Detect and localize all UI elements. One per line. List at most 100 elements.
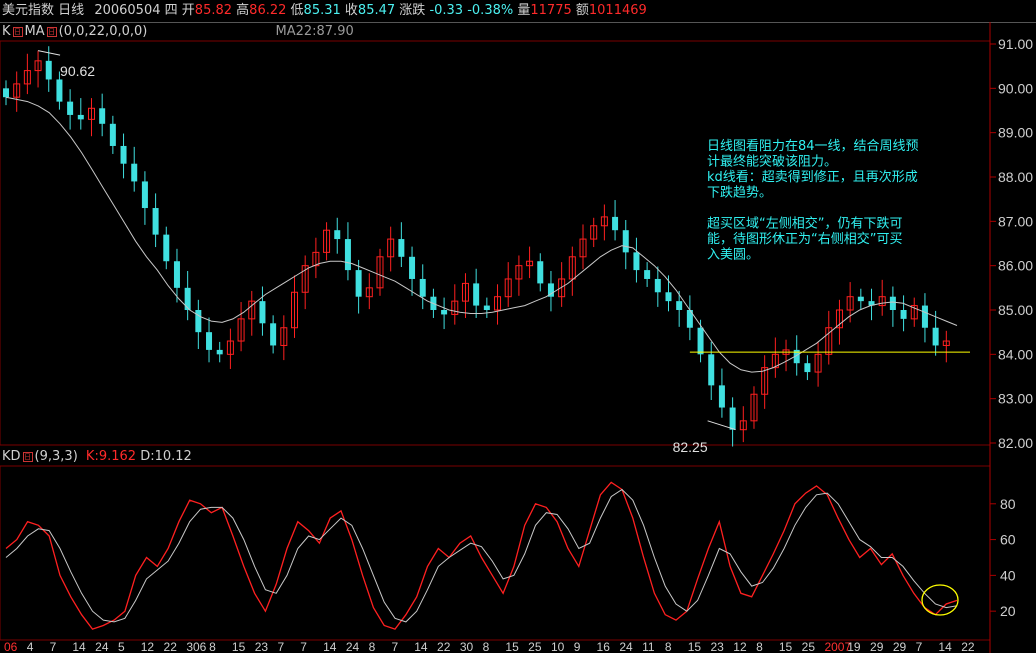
candle-body xyxy=(259,301,266,324)
candle-body xyxy=(729,407,736,430)
candle-body xyxy=(163,234,170,262)
x-tick-label: 8 xyxy=(756,640,763,653)
candle-body xyxy=(173,261,180,288)
trough-label: 82.25 xyxy=(673,439,708,455)
x-tick-label: 14 xyxy=(323,640,337,653)
annotation-line: 日线图看阻力在84一线，结合周线预 xyxy=(707,138,919,154)
candle-body xyxy=(141,181,148,209)
candle-body xyxy=(398,239,405,257)
candle-body xyxy=(67,101,74,115)
x-tick-label: 12 xyxy=(141,640,155,653)
x-tick-label: 7 xyxy=(300,640,307,653)
annotation-line: 下跌趋势。 xyxy=(707,185,772,201)
x-tick-label: 25 xyxy=(802,640,816,653)
candle-body xyxy=(633,252,640,271)
k-line xyxy=(5,481,958,630)
x-tick-label: 25 xyxy=(528,640,542,653)
candle-body xyxy=(441,310,448,315)
x-tick-label: 15 xyxy=(232,640,246,653)
annotation-line: 能，待图形休正为“右侧相交”可买 xyxy=(707,231,902,247)
candle-body xyxy=(921,305,928,328)
y-tick-label: 88.00 xyxy=(998,169,1033,185)
x-tick-label: 7 xyxy=(277,640,284,653)
candle-body xyxy=(473,283,480,306)
candle-body xyxy=(56,79,63,102)
y-tick-label: 84.00 xyxy=(998,346,1033,362)
x-tick-label: 306 xyxy=(186,640,206,653)
x-tick-label: 15 xyxy=(779,640,793,653)
candle-body xyxy=(644,270,651,279)
x-tick-label: 8 xyxy=(483,640,490,653)
candle-body xyxy=(45,60,52,80)
candle-body xyxy=(152,208,159,235)
x-tick-label: 16 xyxy=(597,640,611,653)
x-tick-label: 29 xyxy=(870,640,884,653)
candle-body xyxy=(622,230,629,253)
candle-body xyxy=(184,287,191,310)
x-tick-label: 9 xyxy=(574,640,581,653)
x-tick-label: 8 xyxy=(369,640,376,653)
annotation-text: 日线图看阻力在84一线，结合周线预计最终能突破该阻力。kd线看：超卖得到修正，且… xyxy=(707,138,919,263)
candle-body xyxy=(109,123,116,146)
d-line xyxy=(5,488,958,623)
candle-body xyxy=(195,310,202,333)
kd-series xyxy=(5,481,958,630)
x-tick-label: 24 xyxy=(619,640,633,653)
candle-body xyxy=(654,278,661,293)
x-tick-label: 30 xyxy=(460,640,474,653)
x-tick-label: 24 xyxy=(346,640,360,653)
y-tick-label: 85.00 xyxy=(998,302,1033,318)
candle-body xyxy=(697,327,704,355)
y-tick-label: 86.00 xyxy=(998,258,1033,274)
candle-body xyxy=(676,301,683,310)
candle-body xyxy=(3,88,9,98)
y-tick-label: 87.00 xyxy=(998,213,1033,229)
x-tick-label: 23 xyxy=(711,640,725,653)
y-tick-label: 89.00 xyxy=(998,125,1033,141)
candle-body xyxy=(131,163,138,182)
candle-body xyxy=(718,385,725,408)
candle-body xyxy=(344,239,351,271)
candle-body xyxy=(612,216,619,231)
x-tick-label: 22 xyxy=(961,640,975,653)
kd-panel-frame xyxy=(0,465,991,641)
candle-body xyxy=(206,332,213,350)
x-tick-label: 06 xyxy=(4,640,18,653)
candle-body xyxy=(216,349,223,355)
candle-body xyxy=(804,363,811,373)
y-tick-label: 82.00 xyxy=(998,435,1033,451)
kd-y-tick-label: 80 xyxy=(1000,496,1016,512)
x-tick-label: 14 xyxy=(72,640,86,653)
x-tick-label: 23 xyxy=(255,640,269,653)
annotation-line: kd线看：超卖得到修正，且再次形成 xyxy=(707,169,918,185)
x-tick-label: 15 xyxy=(688,640,702,653)
annotation-line: 计最终能突破该阻力。 xyxy=(707,154,837,170)
candle-body xyxy=(99,108,106,124)
annotation-line: 入美圆。 xyxy=(707,248,759,263)
y-tick-label: 83.00 xyxy=(998,391,1033,407)
x-tick-label: 24 xyxy=(95,640,109,653)
x-tick-label: 4 xyxy=(27,640,34,653)
x-tick-label: 22 xyxy=(437,640,451,653)
candle-body xyxy=(665,292,672,302)
peak-label: 90.62 xyxy=(60,63,95,79)
chart-canvas[interactable]: 91.00 90.00 89.00 88.00 87.00 86.00 85.00 84.00… xyxy=(0,0,1036,653)
x-tick-label: 8 xyxy=(209,640,216,653)
candle-body xyxy=(419,278,426,297)
y-tick-label: 91.00 xyxy=(998,36,1033,52)
kd-y-tick-label: 20 xyxy=(1000,603,1016,619)
candle-body xyxy=(889,296,896,310)
x-tick-label: 7 xyxy=(916,640,923,653)
candle-body xyxy=(857,296,864,302)
candle-body xyxy=(77,114,84,120)
candle-body xyxy=(409,256,416,279)
candle-body xyxy=(270,323,277,346)
x-tick-label: 22 xyxy=(164,640,178,653)
x-tick-label: 14 xyxy=(414,640,428,653)
x-tick-label: 7 xyxy=(391,640,398,653)
kd-y-tick-label: 40 xyxy=(1000,567,1016,583)
kd-y-tick-label: 60 xyxy=(1000,532,1016,548)
y-tick-label: 90.00 xyxy=(998,80,1033,96)
candle-body xyxy=(334,230,341,240)
candle-body xyxy=(537,261,544,284)
